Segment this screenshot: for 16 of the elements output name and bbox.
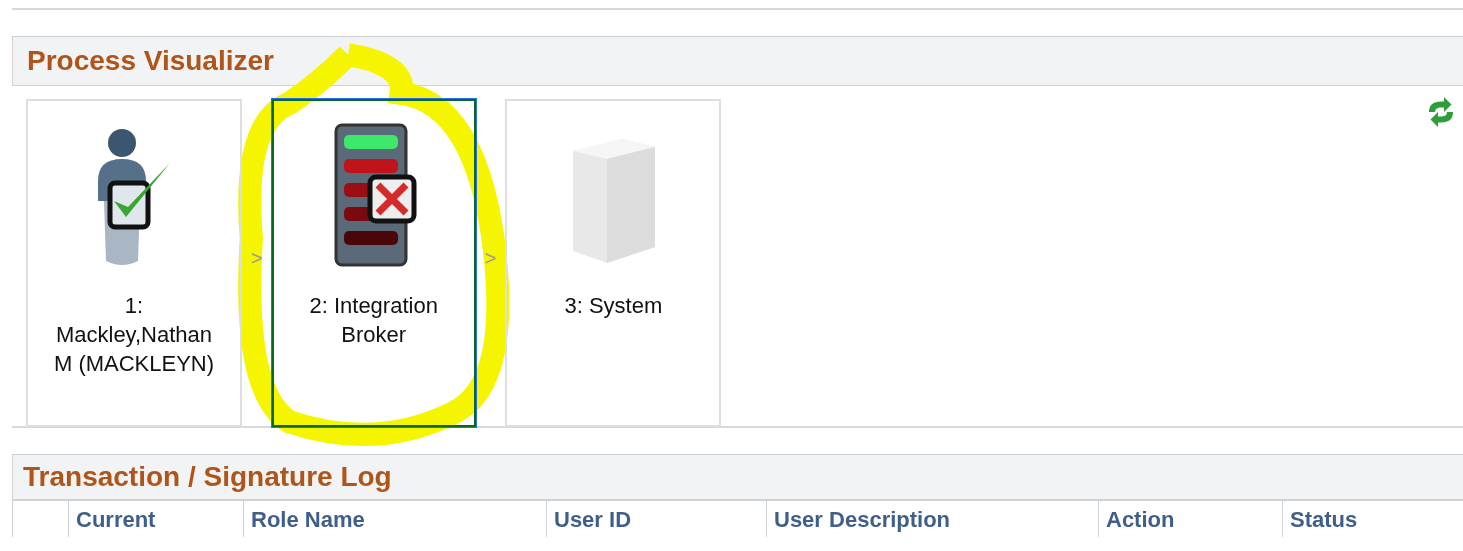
column-header: User Description xyxy=(774,507,951,532)
section-title: Process Visualizer xyxy=(27,45,274,77)
column-header: Current xyxy=(76,507,156,532)
column-header: User ID xyxy=(554,507,632,532)
step-label: 2: Integration Broker xyxy=(308,292,439,349)
step-card[interactable]: 1: Mackley,Nathan M (MACKLEYN) xyxy=(26,99,242,427)
step-arrow: > xyxy=(484,247,497,270)
step-card[interactable]: 3: System xyxy=(505,99,722,427)
step-arrow: > xyxy=(251,247,263,270)
step-label: 1: Mackley,Nathan M (MACKLEYN) xyxy=(52,292,216,378)
column-header: Role Name xyxy=(251,507,365,532)
step-label: 3: System xyxy=(563,292,664,320)
column-header: Status xyxy=(1290,507,1358,532)
step-card[interactable]: 2: Integration Broker xyxy=(271,99,476,427)
section-title: Transaction / Signature Log xyxy=(23,461,392,493)
column-header: Action xyxy=(1106,507,1175,532)
